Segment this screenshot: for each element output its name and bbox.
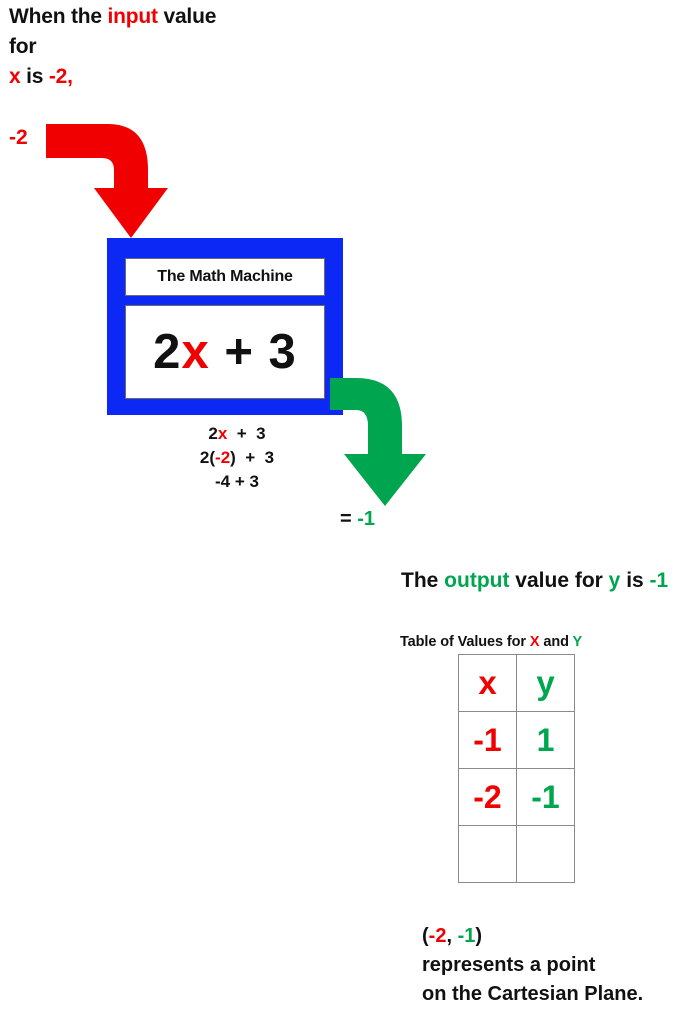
closing-line-3: on the Cartesian Plane. <box>422 983 644 1005</box>
intro-line1-when-the: When the <box>9 5 108 28</box>
table-row <box>458 825 575 883</box>
table-caption: Table of Values for X and Y <box>400 634 582 650</box>
closing-statement: (-2, -1) represents a point on the Carte… <box>422 922 692 1009</box>
machine-title-plate: The Math Machine <box>125 258 325 296</box>
output-keyword-output: output <box>444 569 510 592</box>
intro-line3-is: is <box>20 65 49 88</box>
closing-y-value: -1 <box>457 925 476 947</box>
output-result-value: -1 <box>357 508 376 530</box>
table-caption-y: Y <box>572 634 583 650</box>
output-result: = -1 <box>340 508 375 531</box>
intro-line-1: When the input value <box>9 2 339 32</box>
output-variable-y: y <box>608 569 621 592</box>
output-statement-is: is <box>620 569 650 592</box>
machine-formula-plate: 2x + 3 <box>125 305 325 399</box>
output-statement: The output value for y is -1 <box>401 569 668 593</box>
formula-coefficient: 2 <box>153 325 182 379</box>
intro-line-2: for <box>9 35 37 58</box>
work-step2-substituted-value: -2 <box>215 448 231 467</box>
work-step-1: 2x + 3 <box>152 422 322 446</box>
output-statement-the: The <box>401 569 445 592</box>
table-row: -1 1 <box>458 711 575 769</box>
table-cell-x[interactable]: -1 <box>458 711 517 769</box>
machine-title-text: The Math Machine <box>157 268 293 285</box>
table-cell-y[interactable]: -1 <box>516 768 575 826</box>
intro-line-3: x is -2, <box>9 62 339 92</box>
work-step-3: -4 + 3 <box>215 472 259 491</box>
values-table: x y -1 1 -2 -1 <box>458 654 575 883</box>
intro-heading: When the input value for x is -2, <box>9 2 339 92</box>
output-value: -1 <box>649 569 669 592</box>
work-step1-tail: + 3 <box>227 424 266 443</box>
work-step1-coefficient: 2 <box>208 424 218 443</box>
closing-coordinate-pair: (-2, -1) <box>422 922 692 951</box>
table-cell-x[interactable] <box>458 825 517 883</box>
table-header-row: x y <box>458 654 575 712</box>
closing-paren-open: ( <box>422 925 429 947</box>
machine-formula-text: 2x + 3 <box>153 324 297 380</box>
work-step2-head: 2( <box>199 448 216 467</box>
math-machine-box: The Math Machine 2x + 3 <box>107 238 343 415</box>
table-caption-and: and <box>539 634 573 650</box>
table-cell-y[interactable] <box>516 825 575 883</box>
output-result-equals: = <box>340 508 358 530</box>
intro-line1-value: value <box>157 5 217 28</box>
work-step-2: 2(-2) + 3 <box>152 446 322 470</box>
table-header-x: x <box>458 654 517 712</box>
closing-x-value: -2 <box>428 925 447 947</box>
table-row: -2 -1 <box>458 768 575 826</box>
formula-constant: + 3 <box>209 325 297 379</box>
input-arrow-icon <box>46 124 168 238</box>
output-statement-value-for: value for <box>509 569 609 592</box>
worked-steps: 2x + 3 2(-2) + 3 -4 + 3 <box>152 422 322 494</box>
intro-keyword-input: input <box>107 5 159 28</box>
table-header-y: y <box>516 654 575 712</box>
work-step1-variable-x: x <box>217 424 228 443</box>
output-arrow-icon <box>330 378 426 506</box>
diagram-canvas: When the input value for x is -2, -2 The… <box>0 0 695 1024</box>
work-step2-tail: ) + 3 <box>230 448 275 467</box>
closing-line-2: represents a point <box>422 954 596 976</box>
input-value-tag: -2 <box>9 126 28 149</box>
intro-input-value: -2, <box>48 65 73 88</box>
intro-variable-x: x <box>9 65 21 88</box>
table-cell-x[interactable]: -2 <box>458 768 517 826</box>
table-cell-y[interactable]: 1 <box>516 711 575 769</box>
closing-paren-close: ) <box>475 925 483 947</box>
table-caption-head: Table of Values for <box>400 634 530 650</box>
formula-variable-x: x <box>181 325 210 379</box>
closing-comma: , <box>446 925 458 947</box>
